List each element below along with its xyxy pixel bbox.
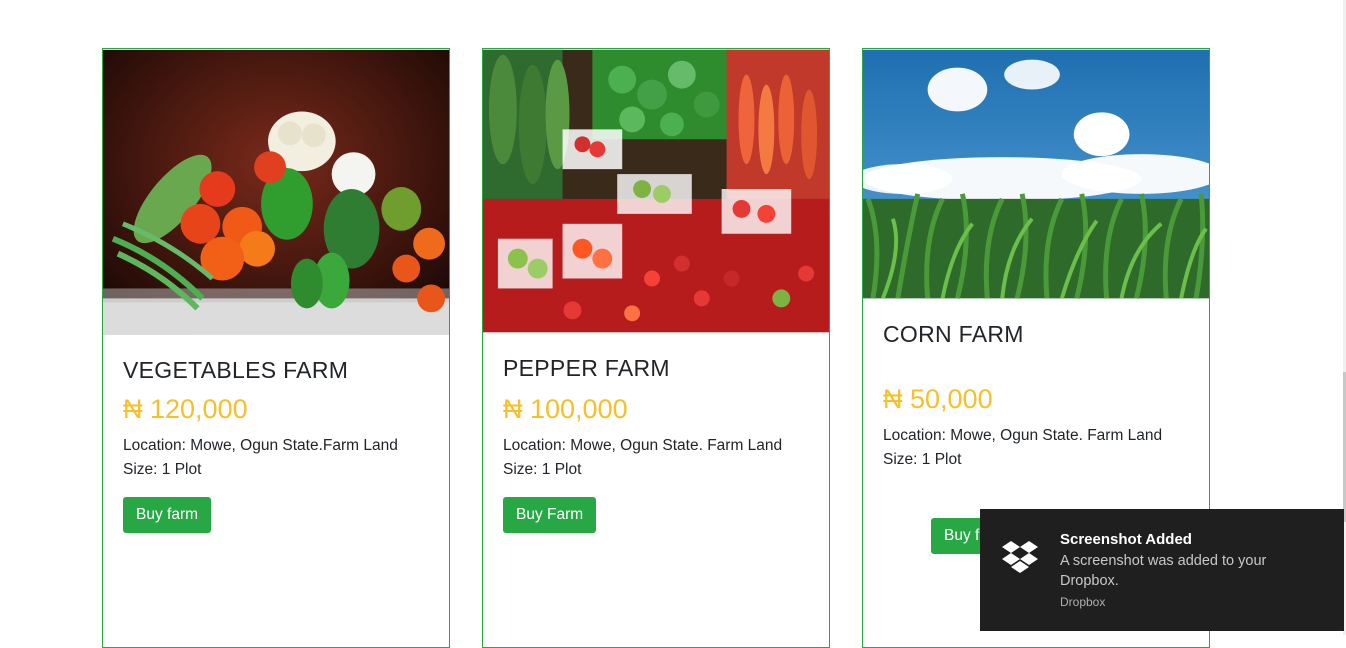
farm-size: Size: 1 Plot — [883, 451, 962, 468]
notification-body: A screenshot was added to your Dropbox. — [1060, 553, 1267, 589]
farm-location: Location: Mowe, Ogun State.Farm Land — [123, 437, 398, 454]
notification-source: Dropbox — [1060, 595, 1106, 609]
farm-title: CORN FARM — [883, 321, 1024, 347]
corn-image — [863, 49, 1209, 299]
pepper-image — [483, 49, 829, 333]
farm-title: VEGETABLES FARM — [123, 357, 349, 383]
farm-price: ₦ 100,000 — [503, 394, 628, 424]
farm-location: Location: Mowe, Ogun State. Farm Land — [883, 427, 1163, 444]
vegetables-image — [103, 49, 449, 335]
notification-title: Screenshot Added — [1060, 531, 1192, 548]
farm-title: PEPPER FARM — [503, 355, 670, 381]
farm-size: Size: 1 Plot — [123, 461, 202, 478]
buy-farm-button[interactable]: Buy farm — [123, 497, 212, 533]
dropbox-notification[interactable]: Screenshot Added A screenshot was added … — [980, 509, 1344, 631]
farm-price: ₦ 50,000 — [883, 384, 993, 414]
dropbox-icon — [1002, 541, 1038, 573]
farm-card-vegetables: VEGETABLES FARM ₦ 120,000 Location: Mowe… — [102, 48, 450, 648]
farm-size: Size: 1 Plot — [503, 461, 582, 478]
farm-location: Location: Mowe, Ogun State. Farm Land — [503, 437, 783, 454]
buy-farm-button[interactable]: Buy Farm — [503, 497, 597, 533]
farm-card-pepper: PEPPER FARM ₦ 100,000 Location: Mowe, Og… — [482, 48, 830, 648]
farm-price: ₦ 120,000 — [123, 394, 248, 424]
